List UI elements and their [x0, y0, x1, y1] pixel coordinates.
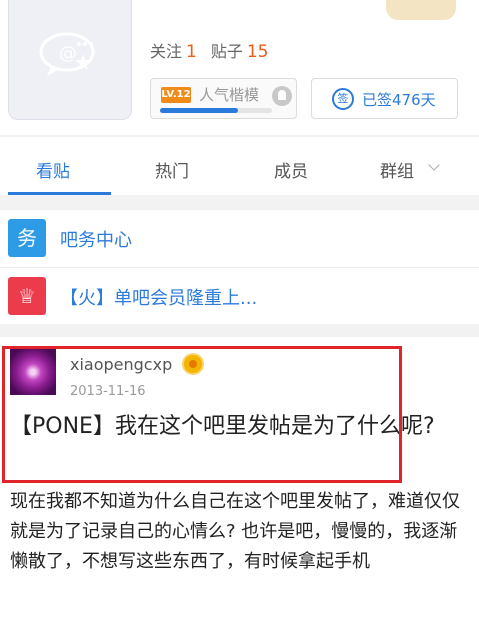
signin-icon: 签: [332, 88, 354, 110]
signin-label: 已签476天: [362, 91, 436, 109]
service-icon: 务: [8, 219, 46, 257]
experience-fill: [160, 108, 239, 113]
post-body: 现在我都不知道为什么自己在这个吧里发帖了，难道仅仅就是为了记录自己的心情么? 也…: [10, 491, 460, 572]
chat-bubble-icon: @: [39, 32, 95, 76]
forum-header: @ 关注 1 贴子 15 LV.12 人气楷模 签 已签476天: [0, 0, 479, 135]
tab-members[interactable]: 成员: [274, 157, 308, 182]
svg-text:@: @: [59, 43, 77, 64]
posts-label: 贴子: [210, 42, 243, 61]
level-title: 人气楷模: [199, 86, 260, 104]
follow-label: 关注: [150, 42, 183, 61]
crown-icon: ♕: [8, 277, 46, 315]
list-item-service-center[interactable]: 务 吧务中心: [0, 210, 479, 267]
highlight-box: [2, 346, 402, 483]
experience-bar: [160, 108, 272, 113]
posts-count: 15: [246, 42, 269, 62]
forum-stats: 关注 1 贴子 15: [150, 38, 283, 62]
bell-icon[interactable]: [272, 86, 292, 106]
chevron-down-icon[interactable]: [428, 159, 440, 171]
follow-count: 1: [186, 42, 197, 62]
tab-posts[interactable]: 看贴: [36, 157, 70, 182]
list-item-label: 吧务中心: [60, 230, 132, 251]
tab-bar: 看贴 热门 成员 群组: [0, 137, 479, 195]
tab-hot[interactable]: 热门: [155, 157, 189, 182]
list-item-label: 【火】单吧会员隆重上...: [60, 288, 258, 309]
forum-links: 务 吧务中心 ♕ 【火】单吧会员隆重上...: [0, 210, 479, 324]
level-box[interactable]: LV.12 人气楷模: [150, 78, 297, 119]
level-badge: LV.12: [161, 87, 191, 103]
active-tab-indicator: [8, 192, 111, 195]
list-item-membership[interactable]: ♕ 【火】单吧会员隆重上...: [0, 267, 479, 324]
tab-groups[interactable]: 群组: [380, 157, 414, 182]
decoration-banner: [386, 0, 456, 20]
forum-avatar[interactable]: @: [8, 0, 132, 120]
signin-button[interactable]: 签 已签476天: [311, 78, 458, 119]
